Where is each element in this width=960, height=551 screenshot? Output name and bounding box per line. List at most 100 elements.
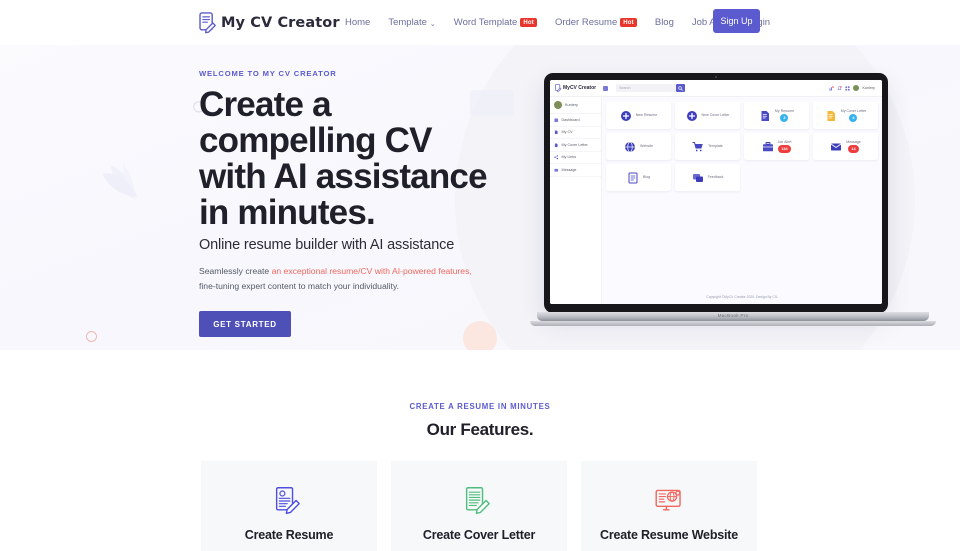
dashboard-card-label: Message — [846, 139, 861, 144]
dashboard-card-grid: New Resume New Cover Letter My Resume 3 … — [606, 102, 878, 191]
feature-card-create-resume-website[interactable]: Create Resume Website — [581, 461, 757, 551]
sidebar-user-name: Kunlery — [565, 103, 578, 107]
badge-count: 4 — [849, 114, 858, 123]
document-icon — [554, 142, 558, 147]
dashboard-card-message[interactable]: Message 14 — [813, 133, 878, 160]
dashboard-card-label: New Resume — [635, 113, 658, 118]
nav-item-order-resume[interactable]: Order Resume Hot — [546, 17, 646, 28]
feature-card-create-resume[interactable]: Create Resume — [201, 461, 377, 551]
sidebar-item-my-cv[interactable]: My CV — [550, 127, 601, 139]
nav-item-label: Template — [388, 17, 427, 28]
nav-item-label: Order Resume — [554, 17, 618, 28]
dashboard-card-new-cover-letter[interactable]: New Cover Letter — [675, 102, 740, 129]
dashboard-card-template[interactable]: Template — [675, 133, 740, 160]
logo-text: My CV Creator — [221, 14, 340, 31]
chart-icon[interactable] — [829, 85, 835, 91]
device-label: MacBook Pro — [717, 313, 749, 318]
sidebar-item-my-cover-letter[interactable]: My Cover Letter — [550, 139, 601, 152]
search-placeholder: Search — [619, 86, 631, 90]
badge-count: 14 — [848, 145, 859, 154]
dashboard-card-my-resume[interactable]: My Resume 3 — [744, 102, 809, 129]
dashboard-card-job-alert[interactable]: Job Alert 134 — [744, 133, 809, 160]
briefcase-icon — [762, 141, 773, 151]
bell-icon[interactable] — [837, 85, 843, 91]
hero-desc-part1: Seamlessly create — [199, 266, 272, 276]
nav-item-blog[interactable]: Blog — [646, 17, 683, 28]
sidebar-item-my-links[interactable]: My Links — [550, 152, 601, 164]
hero-eyebrow: WELCOME TO MY CV CREATOR — [199, 69, 337, 78]
laptop-foot — [530, 321, 936, 326]
file-yellow-icon — [827, 110, 835, 121]
hero-section: ✕ WELCOME TO MY CV CREATOR Create a comp… — [0, 45, 960, 350]
dashboard-card-label: New Cover Letter — [701, 113, 730, 118]
dashboard-card-label: My Resume — [774, 108, 795, 113]
features-section: CREATE A RESUME IN MINUTES Our Features.… — [0, 350, 960, 551]
nav-item-word-template[interactable]: Word Template Hot — [445, 17, 546, 28]
plus-circle-icon — [686, 110, 697, 121]
plus-circle-icon — [620, 110, 631, 121]
dashboard-card-feedback[interactable]: Feedback — [675, 164, 740, 191]
sidebar-item-label: My Cover Letter — [561, 142, 588, 147]
search-icon[interactable] — [676, 84, 686, 92]
avatar[interactable] — [853, 85, 860, 91]
nav-item-label: Blog — [654, 17, 674, 28]
logo[interactable]: My CV Creator — [199, 11, 340, 34]
dashboard-card-label: Feedback — [707, 175, 724, 180]
monitor-globe-icon — [655, 489, 681, 511]
dashboard-app: MyCV Creator Search Kunlery Kunlery Dash… — [550, 80, 882, 304]
dashboard-card-new-resume[interactable]: New Resume — [606, 102, 671, 129]
nav-item-label: Home — [345, 17, 371, 28]
dashboard-card-label: Blog — [642, 175, 651, 180]
dashboard-card-blog[interactable]: Blog — [606, 164, 671, 191]
letter-pencil-icon — [465, 487, 490, 515]
hot-badge: Hot — [620, 18, 637, 27]
laptop-mockup: MyCV Creator Search Kunlery Kunlery Dash… — [530, 73, 937, 350]
hero-desc-accent: an exceptional resume/CV with AI-powered… — [271, 266, 472, 276]
dashboard-sidebar: Kunlery Dashboard My CV My Cover Letter … — [550, 97, 602, 304]
signup-button[interactable]: Sign Up — [713, 9, 760, 33]
avatar — [554, 101, 562, 109]
get-started-button[interactable]: GET STARTED — [199, 311, 291, 337]
circle-decor — [86, 331, 97, 342]
dashboard-body: Kunlery Dashboard My CV My Cover Letter … — [550, 97, 882, 304]
dashboard-logo[interactable]: MyCV Creator — [555, 84, 596, 92]
sidebar-item-dashboard[interactable]: Dashboard — [550, 114, 601, 127]
hot-badge: Hot — [520, 18, 537, 27]
features-grid: Create Resume Create Cover Letter Create… — [201, 461, 759, 551]
features-eyebrow: CREATE A RESUME IN MINUTES — [409, 402, 551, 411]
leaf-decor-icon — [102, 163, 138, 201]
file-blue-icon — [761, 110, 769, 121]
sidebar-item-label: My CV — [561, 130, 573, 135]
sidebar-item-label: My Links — [561, 155, 577, 160]
search-input[interactable]: Search — [616, 84, 686, 92]
sidebar-user[interactable]: Kunlery — [550, 97, 601, 114]
chat-icon — [692, 173, 703, 182]
top-navbar: My CV Creator Home Template ⌄ Word Templ… — [0, 0, 960, 45]
badge-count: 3 — [780, 114, 789, 123]
webcam-dot — [715, 76, 717, 78]
dashboard-topbar-actions: Kunlery — [829, 85, 877, 91]
dashboard-card-website[interactable]: Website — [606, 133, 671, 160]
nav-item-home[interactable]: Home — [336, 17, 379, 28]
features-title: Our Features. — [426, 420, 534, 439]
dashboard-card-label: Website — [640, 144, 653, 149]
sidebar-item-message[interactable]: Message — [550, 164, 601, 177]
hamburger-icon[interactable] — [603, 85, 609, 91]
grid-icon[interactable] — [845, 85, 851, 91]
sidebar-item-label: Dashboard — [561, 117, 580, 122]
chevron-down-icon: ⌄ — [429, 20, 436, 28]
hero-description: Seamlessly create an exceptional resume/… — [199, 264, 482, 294]
envelope-icon — [830, 143, 842, 150]
laptop-screen: MyCV Creator Search Kunlery Kunlery Dash… — [544, 73, 888, 313]
nav-item-template[interactable]: Template ⌄ — [379, 17, 444, 28]
dashboard-card-label: Job Alert — [777, 139, 792, 144]
dashboard-brand: MyCV Creator — [563, 85, 597, 91]
feature-card-create-cover-letter[interactable]: Create Cover Letter — [391, 461, 567, 551]
nav-item-label: Word Template — [453, 17, 518, 28]
resume-pencil-icon — [555, 84, 562, 92]
dashboard-card-my-cover-letter[interactable]: My Cover Letter 4 — [813, 102, 878, 129]
dashboard-icon — [554, 117, 559, 122]
document-icon — [554, 130, 558, 135]
dashboard-card-label: Template — [708, 144, 723, 149]
notes-icon — [628, 172, 638, 183]
